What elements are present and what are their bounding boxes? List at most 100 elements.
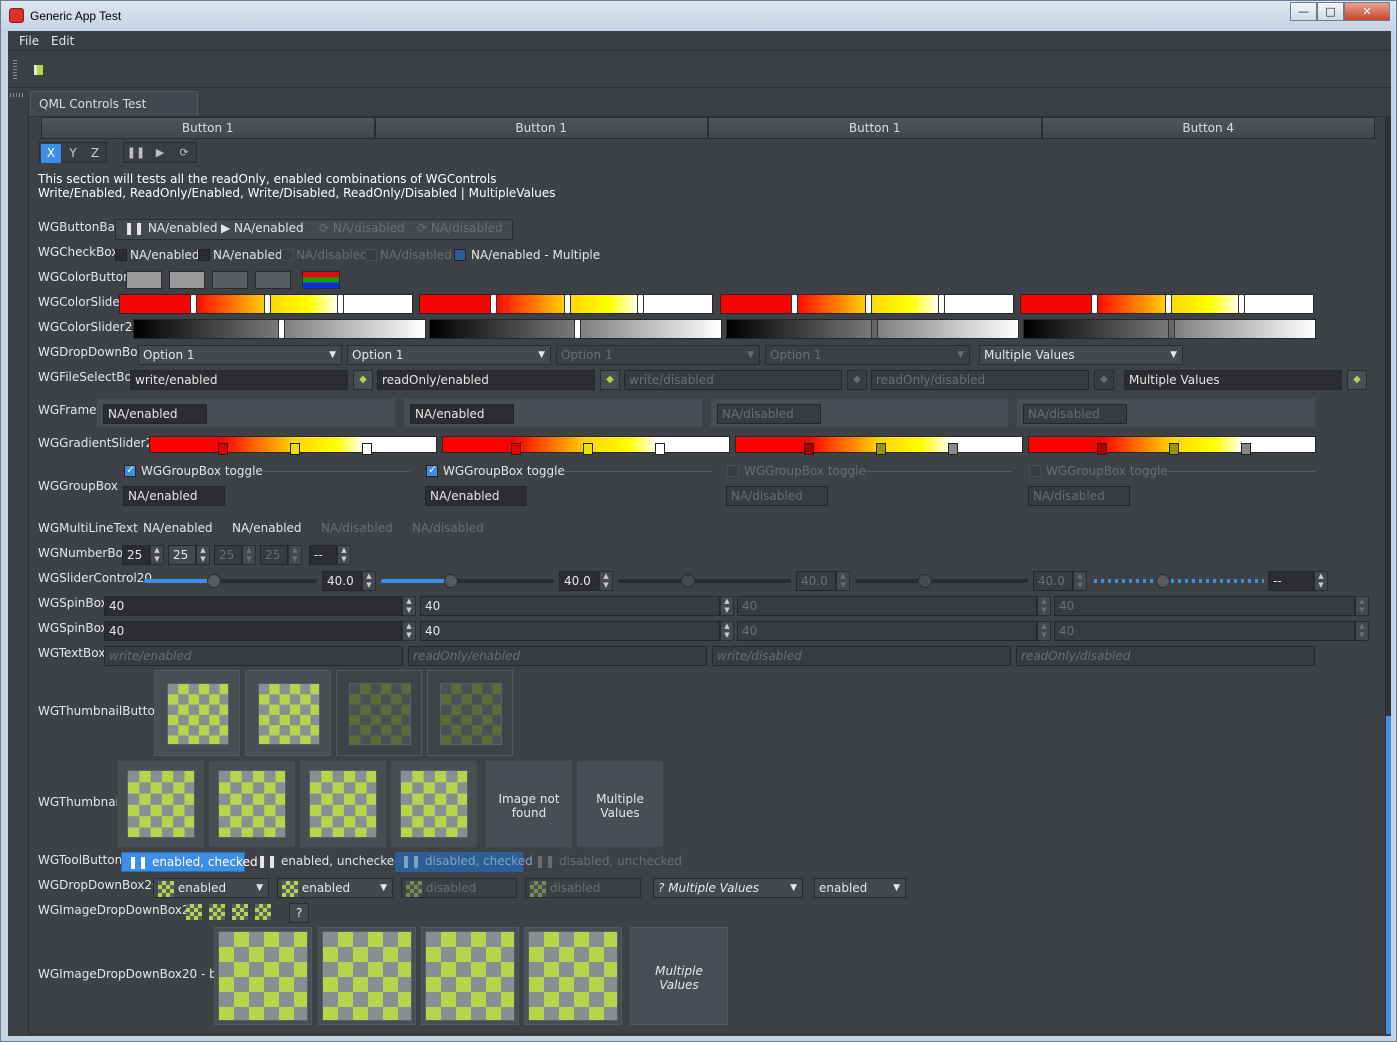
pause-icon[interactable]: ❚❚ xyxy=(125,144,147,163)
big-thumbnail-1[interactable] xyxy=(214,927,312,1025)
text-box[interactable]: readOnly/enabled xyxy=(408,646,707,666)
spinner-arrows-icon[interactable]: ▲ ▼ xyxy=(150,545,164,565)
slider-handle[interactable] xyxy=(278,319,285,339)
frame-field[interactable]: NA/enabled xyxy=(103,404,207,424)
slider-handle[interactable] xyxy=(564,294,571,314)
spinner-arrows-icon[interactable]: ▲ ▼ xyxy=(337,545,351,565)
minimize-button[interactable]: — xyxy=(1290,2,1317,21)
close-button[interactable]: ✕ xyxy=(1344,2,1390,21)
thumbnail-not-found[interactable]: Image not found xyxy=(485,760,573,848)
multiline-text[interactable]: NA/enabled xyxy=(232,521,302,535)
slider-knob[interactable] xyxy=(1156,574,1170,588)
gradient-handle[interactable] xyxy=(218,443,228,455)
checkbox-multiple[interactable] xyxy=(454,249,466,261)
thumbnail-2[interactable] xyxy=(208,760,296,848)
tab-qml-controls[interactable]: QML Controls Test Window xyxy=(30,91,198,135)
text-box[interactable]: write/enabled xyxy=(104,646,403,666)
slider-value[interactable]: -- xyxy=(1268,571,1314,591)
file-open-icon[interactable]: ◆ xyxy=(600,370,620,390)
groupbox-field[interactable]: NA/enabled xyxy=(425,486,527,506)
action-icon[interactable] xyxy=(34,65,43,75)
dropdown-enabled-2[interactable]: Option 1 ▼ xyxy=(347,345,551,365)
gradient-slider-enabled-2[interactable] xyxy=(442,436,730,455)
file-select-field[interactable]: Multiple Values xyxy=(1124,370,1342,390)
checker-image-icon[interactable] xyxy=(209,904,225,920)
big-thumbnail-4[interactable] xyxy=(524,927,622,1025)
checker-image-icon[interactable] xyxy=(186,904,202,920)
top-button[interactable]: Button 1 xyxy=(708,117,1042,139)
spinner-arrows-icon[interactable]: ▲ ▼ xyxy=(1314,571,1328,591)
spinner-arrows-icon[interactable]: ▲ ▼ xyxy=(599,571,613,591)
big-thumbnail-3[interactable] xyxy=(421,927,519,1025)
thumbnail-4[interactable] xyxy=(390,760,478,848)
file-open-icon[interactable]: ◆ xyxy=(353,370,373,390)
thumbnail-1[interactable] xyxy=(117,760,205,848)
buttonbar-enabled-1[interactable]: ❚❚ NA/enabled xyxy=(118,219,217,239)
checker-image-icon[interactable] xyxy=(232,904,248,920)
refresh-icon[interactable]: ⟳ xyxy=(173,144,195,163)
axis-x-button[interactable]: X xyxy=(41,144,61,163)
spinner-arrows-icon[interactable]: ▲ ▼ xyxy=(402,596,416,616)
thumbnail-button-enabled-2[interactable] xyxy=(245,670,331,756)
slider-knob[interactable] xyxy=(444,574,458,588)
thumbnail-multiple[interactable]: Multiple Values xyxy=(576,760,664,848)
buttonbar-enabled-2[interactable]: ▶ NA/enabled xyxy=(215,219,304,239)
image-dropdown-enabled-2[interactable]: enabled ▼ xyxy=(277,878,393,898)
axis-z-button[interactable]: Z xyxy=(85,144,105,163)
number-field[interactable]: 25 xyxy=(168,545,196,565)
gradient-handle[interactable] xyxy=(583,443,593,455)
tool-button-enabled-checked[interactable]: ❚❚ enabled, checked xyxy=(121,852,258,872)
checker-image-icon[interactable] xyxy=(255,904,271,920)
slider-handle[interactable] xyxy=(574,319,581,339)
maximize-button[interactable]: □ xyxy=(1317,2,1344,21)
file-select-field[interactable]: readOnly/enabled xyxy=(377,370,595,390)
menu-edit[interactable]: Edit xyxy=(51,34,74,48)
image-dropdown-question[interactable]: ? xyxy=(289,903,309,923)
gray-slider-enabled-2[interactable] xyxy=(429,319,722,339)
number-field[interactable]: -- xyxy=(309,545,337,565)
menu-file[interactable]: File xyxy=(19,34,39,48)
frame-field[interactable]: NA/enabled xyxy=(410,404,514,424)
groupbox-field[interactable]: NA/enabled xyxy=(123,486,225,506)
tool-button-enabled-unchecked[interactable]: ❚❚ enabled, unchecked xyxy=(251,852,402,872)
thumbnail-3[interactable] xyxy=(299,760,387,848)
checkbox-enabled-1[interactable] xyxy=(115,249,127,261)
slider-handle[interactable] xyxy=(337,294,344,314)
spinner-arrows-icon[interactable]: ▲ ▼ xyxy=(720,621,734,641)
file-select-field[interactable]: write/enabled xyxy=(130,370,348,390)
top-button[interactable]: Button 1 xyxy=(374,117,708,139)
big-thumbnail-multiple[interactable]: Multiple Values xyxy=(630,927,728,1025)
scrollbar-thumb[interactable] xyxy=(1386,716,1391,1034)
groupbox-toggle-checkbox[interactable] xyxy=(426,463,438,477)
big-thumbnail-2[interactable] xyxy=(318,927,416,1025)
top-button[interactable]: Button 1 xyxy=(41,117,375,139)
dropdown-enabled[interactable]: enabled ▼ xyxy=(814,878,906,898)
slider-value[interactable]: 40.0 xyxy=(559,571,599,591)
groupbox-toggle-checkbox[interactable] xyxy=(124,463,136,477)
slider-track-multiple[interactable] xyxy=(1094,579,1264,583)
slider-knob[interactable] xyxy=(207,574,221,588)
gradient-handle[interactable] xyxy=(511,443,521,455)
spinner-arrows-icon[interactable]: ▲ ▼ xyxy=(196,545,210,565)
checkbox-enabled-2[interactable] xyxy=(198,249,210,261)
dropdown-enabled-1[interactable]: Option 1 ▼ xyxy=(138,345,342,365)
spinbox-field[interactable]: 40 xyxy=(420,621,720,641)
dock-grip-icon[interactable] xyxy=(10,93,24,97)
gradient-slider-enabled-1[interactable] xyxy=(149,436,437,455)
slider-value[interactable]: 40.0 xyxy=(322,571,362,591)
color-slider-enabled-2[interactable] xyxy=(419,294,713,314)
image-dropdown-enabled-1[interactable]: enabled ▼ xyxy=(153,878,269,898)
slider-handle[interactable] xyxy=(190,294,197,314)
thumbnail-button-enabled-1[interactable] xyxy=(154,670,240,756)
spinner-arrows-icon[interactable]: ▲ ▼ xyxy=(720,596,734,616)
multiline-text[interactable]: NA/enabled xyxy=(143,521,213,535)
gradient-handle[interactable] xyxy=(362,443,372,455)
slider-handle[interactable] xyxy=(264,294,271,314)
slider-handle[interactable] xyxy=(637,294,644,314)
color-button-enabled-2[interactable] xyxy=(169,271,205,289)
gradient-handle[interactable] xyxy=(290,443,300,455)
color-button-multiple[interactable] xyxy=(302,271,340,289)
spinner-arrows-icon[interactable]: ▲ ▼ xyxy=(362,571,376,591)
spinner-arrows-icon[interactable]: ▲ ▼ xyxy=(402,621,416,641)
slider-handle[interactable] xyxy=(490,294,497,314)
